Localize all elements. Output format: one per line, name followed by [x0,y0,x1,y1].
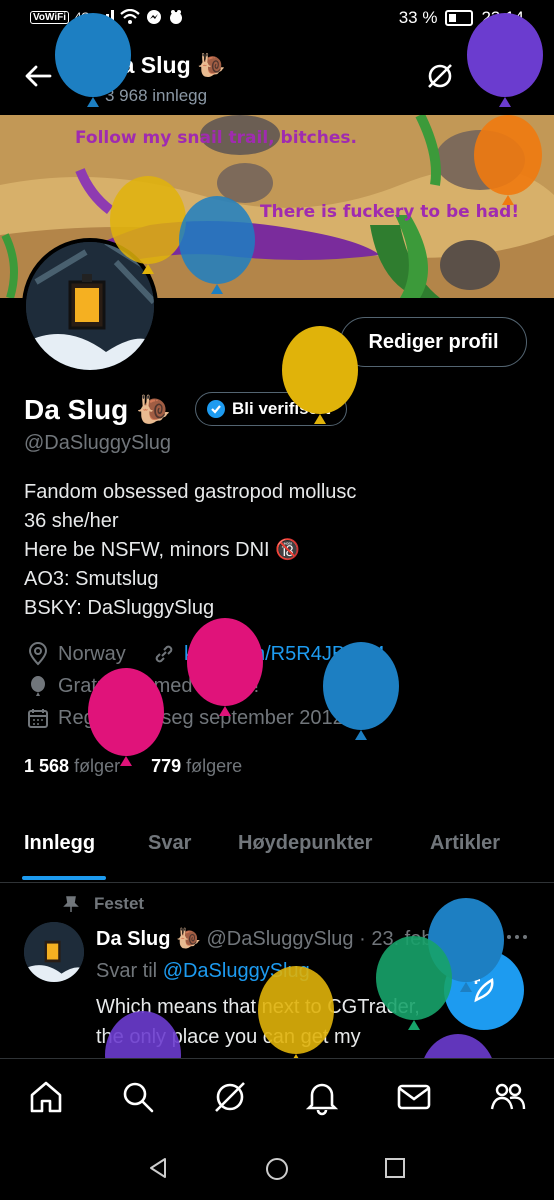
grok-icon[interactable] [424,60,456,92]
verified-badge-icon [207,400,225,418]
profile-name: Da Slug [24,394,129,425]
pinned-label: Festet [62,894,144,914]
back-arrow-icon[interactable] [22,60,54,92]
tweet-avatar[interactable] [24,922,84,982]
tweet-author-name[interactable]: Da Slug [96,928,170,950]
tweet-header: Da Slug 🐌 @DaSluggySlug · 23. feb. [96,926,438,951]
profile-avatar[interactable] [22,238,158,374]
edit-profile-button[interactable]: Rediger profil [340,317,527,367]
network-type: 4G [75,11,90,23]
followers-link[interactable]: 779 følgere [151,756,242,776]
snail-emoji: 🐌 [136,394,171,425]
joined-text: Registrerte seg september 2012 [58,706,344,729]
following-link[interactable]: 1 568 følger [24,756,120,776]
website[interactable]: ko-fi.com/R5R4JBOS4 [152,642,385,666]
bottom-navigation [0,1058,554,1137]
messenger-icon [146,10,161,24]
tweet-date: · 23. feb. [359,928,439,950]
header-name: Da Slug [105,52,191,78]
bio-line: Here be NSFW, minors DNI 🔞 [24,539,301,561]
joined-date: Registrerte seg september 2012 [26,706,344,730]
reply-context: Svar til @DaSluggySlug [96,960,310,983]
tab-highlights[interactable]: Høydepunkter [238,832,372,855]
feather-plus-icon [472,976,494,1003]
tweet-author-handle: @DaSluggySlug [206,928,354,950]
bio-line: 36 she/her [24,510,119,532]
following-count: 1 568 [24,756,70,776]
system-navigation-bar [0,1136,554,1200]
signal-icon [95,10,114,24]
location: Norway [26,642,126,666]
header-title: Da Slug 🐌 [105,52,226,79]
search-icon[interactable] [118,1077,158,1117]
communities-icon[interactable] [488,1077,528,1117]
post-count: 3 968 innlegg [105,86,208,105]
location-text: Norway [58,642,126,665]
banner-text-top: Follow my snail trail, bitches. [75,128,357,148]
website-link[interactable]: ko-fi.com/R5R4JBOS4 [184,643,385,666]
followers-label: følgere [186,756,243,776]
messages-envelope-icon[interactable] [394,1077,434,1117]
notifications-bell-icon[interactable] [302,1077,342,1117]
calendar-icon [28,709,48,728]
link-icon [155,645,173,663]
lantern-image [26,242,154,370]
location-pin-icon [28,642,48,666]
search-icon[interactable] [490,60,522,92]
vowifi-indicator: VoWiFi [30,10,70,24]
snail-emoji: 🐌 [176,928,201,950]
tab-replies[interactable]: Svar [148,832,191,855]
bio-line: BSKY: DaSluggySlug [24,597,215,619]
lantern-image [24,922,84,982]
pin-icon [63,896,79,912]
followers-count: 779 [151,756,182,776]
compose-post-button[interactable] [444,950,524,1030]
birthday: Gratulerer med dagen! [26,674,259,698]
status-bar: VoWiFi 4G 33 % 23:14 [0,0,554,38]
reply-to-link[interactable]: @DaSluggySlug [163,960,310,982]
profile-handle: @DaSluggySlug [24,432,172,454]
grok-icon[interactable] [210,1077,250,1117]
bio-line: AO3: Smutslug [24,568,159,590]
battery-icon [445,10,474,26]
wifi-icon [120,9,140,24]
follow-stats: 1 568 følger 779 følgere [24,756,242,777]
balloon-icon [31,676,45,696]
reply-prefix: Svar til [96,960,158,982]
get-verified-button[interactable]: Bli verifisert [195,392,348,426]
banner-text-bottom: There is fuckery to be had! [260,202,520,222]
app-notification-icon [169,10,182,24]
battery-percent: 33 % [398,8,438,27]
following-label: følger [74,756,121,776]
home-icon[interactable] [26,1077,66,1117]
get-verified-label: Bli verifisert [232,399,331,418]
recents-square-icon[interactable] [384,1157,406,1179]
profile-name-block: Da Slug 🐌 [24,393,171,426]
active-tab-indicator [22,876,106,880]
home-circle-icon[interactable] [264,1156,290,1182]
profile-tabs: Innlegg Svar Høydepunkter Artikler [0,820,554,883]
snail-emoji: 🐌 [197,52,226,78]
more-options-icon[interactable] [505,930,529,944]
profile-bio: Fandom obsessed gastropod mollusc 36 she… [24,478,356,623]
back-triangle-icon[interactable] [146,1156,170,1180]
birthday-text: Gratulerer med dagen! [58,674,260,697]
tab-posts[interactable]: Innlegg [24,832,95,855]
pinned-text: Festet [94,894,145,913]
bio-line: Fandom obsessed gastropod mollusc [24,481,357,503]
clock: 23:14 [481,8,524,27]
tab-articles[interactable]: Artikler [430,832,500,855]
balloon-icon [187,618,263,716]
